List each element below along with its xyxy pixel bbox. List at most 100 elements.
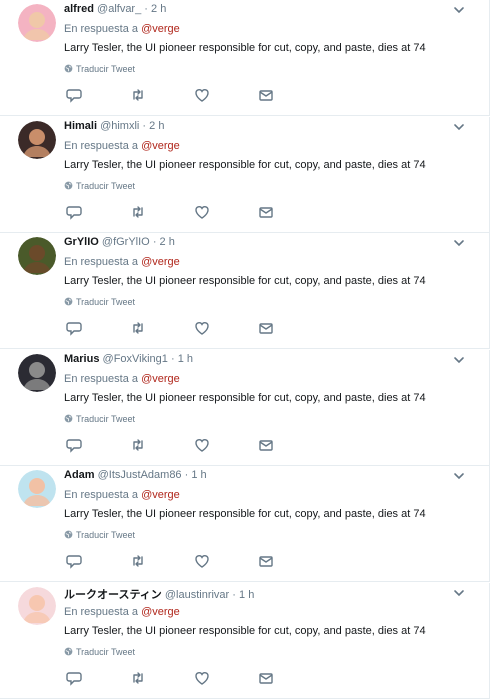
reply-icon[interactable] — [66, 437, 82, 453]
avatar[interactable] — [18, 121, 56, 159]
like-icon[interactable] — [194, 437, 210, 453]
chevron-down-icon[interactable] — [452, 586, 466, 600]
reply-context: En respuesta a @verge — [64, 23, 180, 35]
reply-icon[interactable] — [66, 320, 82, 336]
timestamp[interactable]: 2 h — [149, 120, 164, 132]
tweet-header: ルークオースティン @laustinrivar · 1 h — [64, 586, 254, 602]
tweet-actions — [64, 320, 284, 336]
translate-label[interactable]: Traducir Tweet — [76, 64, 135, 74]
reply-icon[interactable] — [66, 204, 82, 220]
tweet-text: Larry Tesler, the UI pioneer responsible… — [64, 159, 426, 171]
translate-link[interactable]: Traducir Tweet — [64, 64, 135, 75]
user-name[interactable]: GrYlIO — [64, 236, 99, 248]
chevron-down-icon[interactable] — [452, 236, 466, 250]
tweet[interactable]: Adam @ItsJustAdam86 · 1 h En respuesta a … — [0, 466, 490, 582]
reply-icon[interactable] — [66, 87, 82, 103]
mention-link[interactable]: @verge — [141, 23, 180, 35]
translate-label[interactable]: Traducir Tweet — [76, 647, 135, 657]
reply-icon[interactable] — [66, 553, 82, 569]
timestamp[interactable]: 1 h — [178, 353, 193, 365]
tweet[interactable]: Marius @FoxViking1 · 1 h En respuesta a @… — [0, 350, 490, 466]
reply-prefix: En respuesta a — [64, 256, 138, 268]
user-handle[interactable]: @FoxViking1 — [103, 353, 168, 365]
direct-message-icon[interactable] — [258, 87, 274, 103]
tweet-actions — [64, 87, 284, 103]
user-handle[interactable]: @alfvar_ — [97, 3, 141, 15]
timestamp[interactable]: 2 h — [160, 236, 175, 248]
globe-icon — [64, 647, 73, 658]
avatar[interactable] — [18, 237, 56, 275]
translate-label[interactable]: Traducir Tweet — [76, 414, 135, 424]
reply-context: En respuesta a @verge — [64, 489, 180, 501]
user-handle[interactable]: @ItsJustAdam86 — [98, 469, 182, 481]
mention-link[interactable]: @verge — [141, 256, 180, 268]
retweet-icon[interactable] — [130, 553, 146, 569]
tweet[interactable]: alfred @alfvar_ · 2 h En respuesta a @ver… — [0, 0, 490, 116]
tweet-header: Marius @FoxViking1 · 1 h — [64, 353, 193, 365]
tweet[interactable]: ルークオースティン @laustinrivar · 1 h En respuest… — [0, 583, 490, 699]
translate-link[interactable]: Traducir Tweet — [64, 530, 135, 541]
user-name[interactable]: Marius — [64, 353, 99, 365]
timestamp[interactable]: 1 h — [239, 589, 254, 601]
separator-dot: · — [152, 236, 157, 248]
tweet-actions — [64, 553, 284, 569]
globe-icon — [64, 181, 73, 192]
tweet-text: Larry Tesler, the UI pioneer responsible… — [64, 625, 426, 637]
reply-prefix: En respuesta a — [64, 373, 138, 385]
like-icon[interactable] — [194, 204, 210, 220]
user-name[interactable]: Adam — [64, 469, 95, 481]
chevron-down-icon[interactable] — [452, 469, 466, 483]
user-handle[interactable]: @fGrYlIO — [102, 236, 150, 248]
direct-message-icon[interactable] — [258, 437, 274, 453]
user-handle[interactable]: @laustinrivar — [165, 589, 229, 601]
avatar[interactable] — [18, 4, 56, 42]
timestamp[interactable]: 2 h — [151, 3, 166, 15]
direct-message-icon[interactable] — [258, 204, 274, 220]
avatar[interactable] — [18, 354, 56, 392]
chevron-down-icon[interactable] — [452, 120, 466, 134]
tweet[interactable]: GrYlIO @fGrYlIO · 2 h En respuesta a @ver… — [0, 233, 490, 349]
retweet-icon[interactable] — [130, 670, 146, 686]
tweet[interactable]: Himali @himxli · 2 h En respuesta a @verg… — [0, 117, 490, 233]
mention-link[interactable]: @verge — [141, 373, 180, 385]
direct-message-icon[interactable] — [258, 553, 274, 569]
globe-icon — [64, 414, 73, 425]
retweet-icon[interactable] — [130, 87, 146, 103]
chevron-down-icon[interactable] — [452, 3, 466, 17]
reply-context: En respuesta a @verge — [64, 256, 180, 268]
avatar[interactable] — [18, 470, 56, 508]
like-icon[interactable] — [194, 320, 210, 336]
reply-prefix: En respuesta a — [64, 606, 138, 618]
mention-link[interactable]: @verge — [141, 140, 180, 152]
tweet-text: Larry Tesler, the UI pioneer responsible… — [64, 392, 426, 404]
retweet-icon[interactable] — [130, 320, 146, 336]
retweet-icon[interactable] — [130, 204, 146, 220]
translate-link[interactable]: Traducir Tweet — [64, 414, 135, 425]
translate-label[interactable]: Traducir Tweet — [76, 297, 135, 307]
reply-icon[interactable] — [66, 670, 82, 686]
direct-message-icon[interactable] — [258, 670, 274, 686]
avatar[interactable] — [18, 587, 56, 625]
like-icon[interactable] — [194, 553, 210, 569]
user-name[interactable]: Himali — [64, 120, 97, 132]
like-icon[interactable] — [194, 87, 210, 103]
user-name[interactable]: alfred — [64, 3, 94, 15]
translate-label[interactable]: Traducir Tweet — [76, 181, 135, 191]
tweet-actions — [64, 204, 284, 220]
direct-message-icon[interactable] — [258, 320, 274, 336]
like-icon[interactable] — [194, 670, 210, 686]
translate-link[interactable]: Traducir Tweet — [64, 297, 135, 308]
tweet-header: Himali @himxli · 2 h — [64, 120, 164, 132]
user-handle[interactable]: @himxli — [100, 120, 139, 132]
chevron-down-icon[interactable] — [452, 353, 466, 367]
mention-link[interactable]: @verge — [141, 606, 180, 618]
user-name[interactable]: ルークオースティン — [64, 589, 162, 601]
translate-link[interactable]: Traducir Tweet — [64, 181, 135, 192]
retweet-icon[interactable] — [130, 437, 146, 453]
mention-link[interactable]: @verge — [141, 489, 180, 501]
timestamp[interactable]: 1 h — [191, 469, 206, 481]
tweet-actions — [64, 437, 284, 453]
translate-link[interactable]: Traducir Tweet — [64, 647, 135, 658]
translate-label[interactable]: Traducir Tweet — [76, 530, 135, 540]
globe-icon — [64, 64, 73, 75]
